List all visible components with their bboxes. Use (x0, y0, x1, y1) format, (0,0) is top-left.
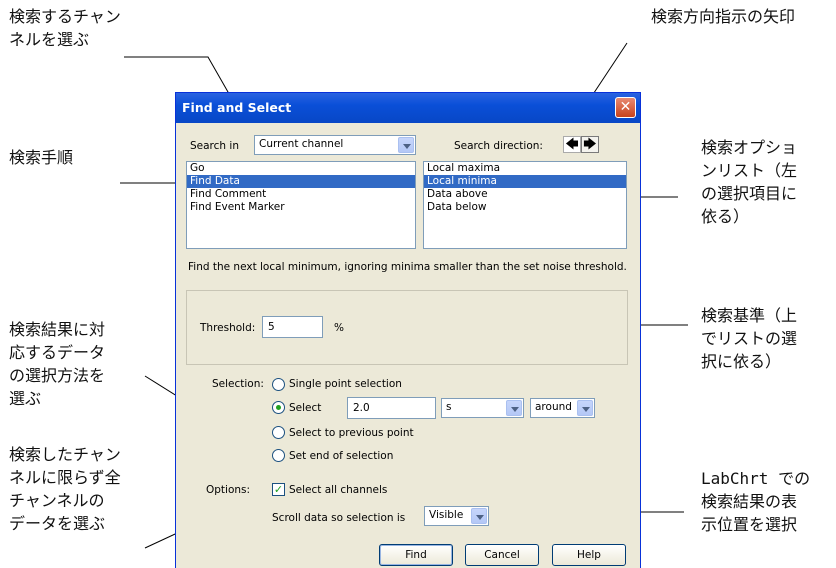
dialog-titlebar[interactable]: Find and Select ✕ (176, 93, 640, 123)
annotation-criteria: 検索基準（上 でリストの選 択に依る） (701, 306, 798, 371)
select-previous-radio[interactable] (272, 426, 285, 439)
threshold-value: 5 (268, 321, 275, 333)
select-unit-value: s (446, 401, 452, 413)
threshold-unit: % (334, 322, 344, 334)
direction-right-button[interactable]: 🡆 (581, 136, 599, 153)
list-item[interactable]: Find Comment (187, 188, 415, 201)
select-radio-label: Select (289, 402, 322, 414)
select-amount-value: 2.0 (353, 402, 370, 414)
list-item[interactable]: Local minima (424, 175, 626, 188)
direction-left-button[interactable]: 🡄 (563, 136, 581, 153)
procedure-description: Find the next local minimum, ignoring mi… (188, 261, 627, 273)
chevron-down-icon (506, 400, 522, 416)
single-point-radio-label: Single point selection (289, 378, 402, 390)
annotation-display-position: LabChrt での 検索結果の表 示位置を選択 (701, 469, 811, 534)
list-item[interactable]: Local maxima (424, 162, 626, 175)
annotation-direction: 検索方向指示の矢印 (651, 7, 796, 26)
scroll-value: Visible (429, 509, 464, 521)
list-item[interactable]: Go (187, 162, 415, 175)
set-end-radio-label: Set end of selection (289, 450, 394, 462)
cancel-button[interactable]: Cancel (465, 544, 539, 566)
scroll-dropdown[interactable]: Visible (424, 506, 489, 526)
annotation-channel: 検索するチャン ネルを選ぶ (9, 7, 121, 49)
annotation-options-list: 検索オプショ ンリスト（左 の選択項目に 依る） (701, 138, 798, 226)
select-all-channels-checkbox[interactable]: ✓ (272, 483, 285, 496)
single-point-radio[interactable] (272, 378, 285, 391)
chevron-down-icon (398, 137, 414, 153)
set-end-radio[interactable] (272, 449, 285, 462)
search-in-dropdown[interactable]: Current channel (254, 135, 416, 155)
threshold-input[interactable]: 5 (262, 316, 323, 338)
find-button[interactable]: Find (379, 544, 453, 566)
search-direction-label: Search direction: (454, 140, 543, 152)
search-in-label: Search in (190, 140, 239, 152)
close-button[interactable]: ✕ (615, 97, 636, 118)
annotation-selection-method: 検索結果に対 応するデータ の選択方法を 選ぶ (9, 320, 106, 408)
options-label: Options: (206, 484, 251, 496)
annotation-procedure: 検索手順 (9, 148, 74, 167)
annotation-all-channels: 検索したチャン ネルに限らず全 チャンネルの データを選ぶ (9, 445, 121, 533)
select-amount-input[interactable]: 2.0 (347, 397, 436, 419)
select-all-channels-label: Select all channels (289, 484, 388, 496)
procedure-list[interactable]: Go Find Data Find Comment Find Event Mar… (186, 161, 416, 249)
help-button[interactable]: Help (552, 544, 626, 566)
list-item[interactable]: Data above (424, 188, 626, 201)
list-item[interactable]: Find Data (187, 175, 415, 188)
select-previous-radio-label: Select to previous point (289, 427, 414, 439)
search-in-value: Current channel (259, 138, 344, 150)
list-item[interactable]: Data below (424, 201, 626, 214)
scroll-label: Scroll data so selection is (272, 512, 406, 524)
dialog-title: Find and Select (182, 100, 292, 115)
select-around-value: around (535, 401, 572, 413)
find-and-select-dialog: Find and Select ✕ Search in Current chan… (175, 92, 641, 568)
select-around-dropdown[interactable]: around (530, 398, 595, 418)
select-radio[interactable] (272, 401, 285, 414)
search-options-list[interactable]: Local maxima Local minima Data above Dat… (423, 161, 627, 249)
selection-label: Selection: (212, 378, 264, 390)
chevron-down-icon (577, 400, 593, 416)
list-item[interactable]: Find Event Marker (187, 201, 415, 214)
threshold-label: Threshold: (200, 322, 256, 334)
chevron-down-icon (471, 508, 487, 524)
select-unit-dropdown[interactable]: s (441, 398, 524, 418)
